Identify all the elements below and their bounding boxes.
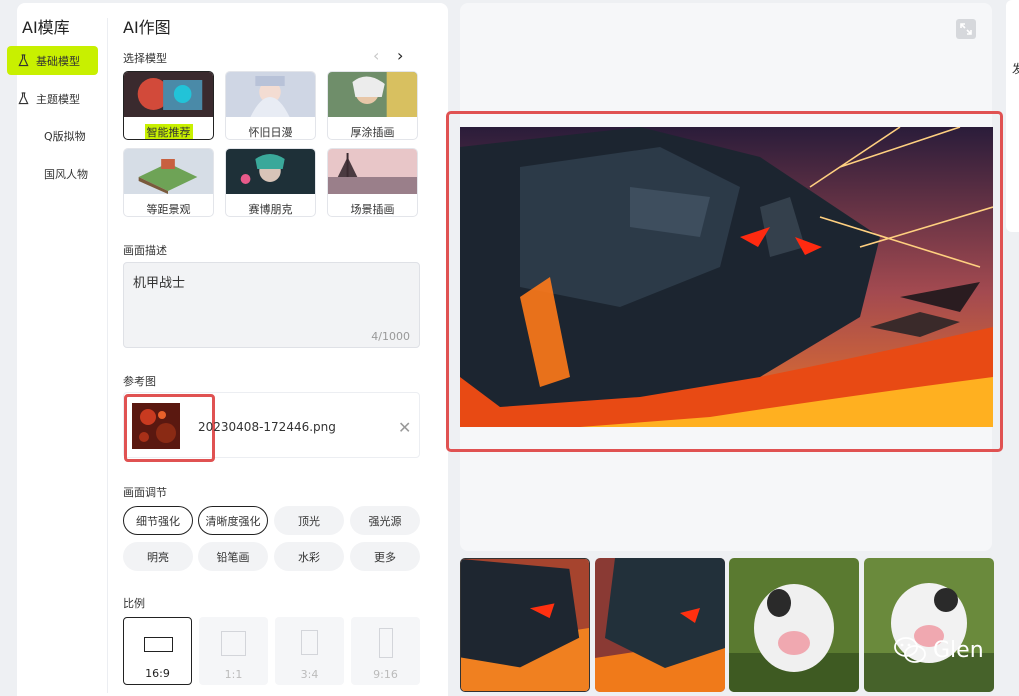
reference-filename: 20230408-172446.png [198, 420, 336, 434]
model-thumbnail [328, 149, 417, 194]
model-card-smart[interactable]: 智能推荐 [123, 71, 214, 140]
model-thumbnail [226, 72, 315, 117]
watermark-text: Glen [933, 637, 984, 663]
model-label: 智能推荐 [144, 124, 193, 139]
chevron-right-icon[interactable]: › [397, 46, 403, 65]
model-label: 等距景观 [146, 203, 191, 216]
ratio-shape [379, 628, 393, 658]
chip-strong-light[interactable]: 强光源 [350, 506, 420, 535]
gallery-thumb-pig-2[interactable] [864, 558, 994, 692]
ratio-1-1[interactable]: 1:1 [199, 617, 268, 685]
model-thumbnail [328, 72, 417, 117]
wechat-icon [894, 637, 926, 663]
expand-icon[interactable] [956, 19, 976, 39]
chip-watercolor[interactable]: 水彩 [274, 542, 344, 571]
sidebar-divider [107, 18, 108, 693]
model-card-cyberpunk[interactable]: 赛博朋克 [225, 148, 316, 217]
model-label: 厚涂插画 [350, 126, 395, 139]
watermark: Glen [893, 636, 984, 664]
model-label: 赛博朋克 [248, 203, 293, 216]
chip-detail-enhance[interactable]: 细节强化 [123, 506, 193, 535]
ratio-3-4[interactable]: 3:4 [275, 617, 344, 685]
ratio-shape [144, 637, 173, 652]
sidebar-item-label: Q版拟物 [44, 129, 86, 143]
chip-bright[interactable]: 明亮 [123, 542, 193, 571]
sidebar-item-q-style[interactable]: Q版拟物 [7, 121, 98, 150]
right-panel [1006, 0, 1019, 232]
right-panel-text: 发 [1012, 62, 1019, 76]
chevron-left-icon[interactable]: ‹ [373, 46, 379, 65]
ratio-option-label: 1:1 [224, 668, 243, 681]
model-card-thick-paint[interactable]: 厚涂插画 [327, 71, 418, 140]
ratio-option-label: 9:16 [373, 668, 398, 681]
sidebar-item-label: 国风人物 [44, 167, 88, 181]
sidebar-item-chinese-figure[interactable]: 国风人物 [7, 159, 98, 188]
ratio-option-label: 16:9 [145, 667, 170, 680]
adjust-label: 画面调节 [123, 486, 167, 499]
ratio-option-label: 3:4 [300, 668, 319, 681]
chip-pencil[interactable]: 铅笔画 [198, 542, 268, 571]
ratio-shape [221, 631, 246, 656]
model-card-scene[interactable]: 场景插画 [327, 148, 418, 217]
gallery-thumb-mecha-1[interactable] [460, 558, 590, 692]
flask-icon [18, 92, 29, 105]
page-title: AI作图 [123, 18, 171, 37]
model-thumbnail [124, 149, 213, 194]
model-card-isometric[interactable]: 等距景观 [123, 148, 214, 217]
gallery-thumb-pig-1[interactable] [729, 558, 859, 692]
description-input[interactable]: 机甲战士 4/1000 [123, 262, 420, 348]
sidebar-item-label: 主题模型 [36, 92, 80, 106]
ratio-shape [301, 630, 318, 655]
ratio-16-9[interactable]: 16:9 [123, 617, 192, 685]
description-label: 画面描述 [123, 244, 167, 257]
model-thumbnail [124, 72, 213, 117]
sidebar-item-theme-model[interactable]: 主题模型 [7, 84, 98, 113]
gallery-thumb-mecha-2[interactable] [595, 558, 725, 692]
close-icon[interactable]: ✕ [398, 418, 411, 437]
model-label: 怀旧日漫 [248, 126, 293, 139]
sidebar-item-basic-model[interactable]: 基础模型 [7, 46, 98, 75]
generated-image-highlight [446, 111, 1003, 452]
chip-clarity-enhance[interactable]: 清晰度强化 [198, 506, 268, 535]
model-card-retro-anime[interactable]: 怀旧日漫 [225, 71, 316, 140]
char-count: 4/1000 [371, 330, 410, 343]
sidebar-item-label: 基础模型 [36, 54, 80, 68]
reference-label: 参考图 [123, 375, 156, 388]
ratio-9-16[interactable]: 9:16 [351, 617, 420, 685]
model-section-label: 选择模型 [123, 52, 167, 65]
flask-icon [18, 54, 29, 67]
model-thumbnail [226, 149, 315, 194]
model-label: 场景插画 [350, 203, 395, 216]
description-text: 机甲战士 [133, 276, 186, 291]
sidebar-title: AI模库 [22, 18, 70, 37]
chip-top-light[interactable]: 顶光 [274, 506, 344, 535]
ratio-label: 比例 [123, 597, 145, 610]
chip-more[interactable]: 更多 [350, 542, 420, 571]
